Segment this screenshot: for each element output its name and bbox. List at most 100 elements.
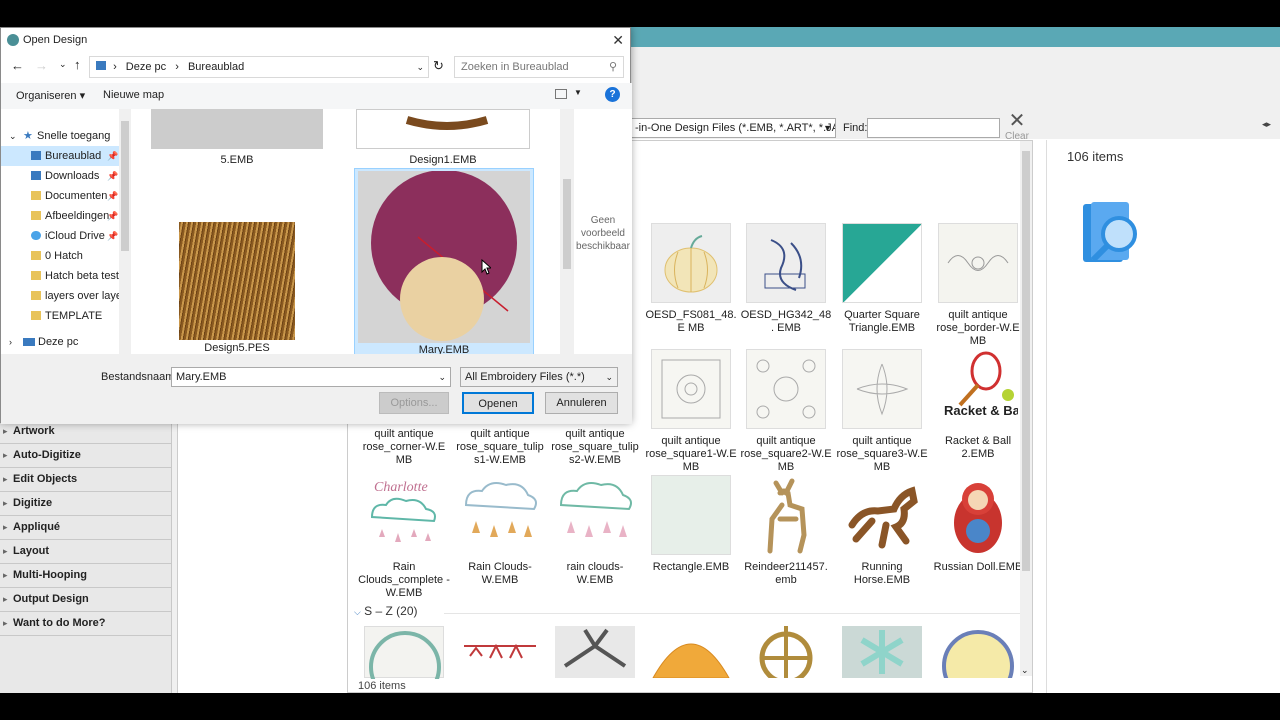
chevron-down-icon[interactable]: ⌄ [1021,665,1029,676]
file-tile[interactable]: Racket & Ball Racket & Ball 2.EMB [930,349,1026,461]
file-tile[interactable]: rain clouds-W.EMB [547,475,643,587]
refresh-icon[interactable]: ↻ [433,58,444,74]
file-type-filter[interactable]: -in-One Design Files (*.EMB, *.ART*, *.J… [630,118,836,138]
nav-this-pc[interactable]: › Deze pc [1,332,131,352]
chevron-down-icon[interactable]: ⌄ [416,57,424,77]
file-tile[interactable]: quilt antique rose_border-W.E MB [930,223,1026,348]
filename-input[interactable]: Mary.EMB ⌄ [171,367,451,387]
pin-icon: 📌 [107,191,119,201]
back-button[interactable]: ← [11,58,24,73]
file-thumbnail[interactable] [842,626,922,678]
desktop-icon [31,151,41,160]
nav-documents[interactable]: Documenten 📌 [1,186,131,206]
nav-folder[interactable]: TEMPLATE [1,306,131,326]
close-icon: ✕ [1008,110,1026,132]
panel-multi-hooping[interactable]: Multi-Hooping [0,564,171,588]
panel-layout[interactable]: Layout [0,540,171,564]
file-item-selected[interactable]: Mary.EMB [354,168,534,354]
file-tile[interactable]: quilt antique rose_square2-W.E MB [738,349,834,474]
scrollbar[interactable]: ⌄ [1020,141,1032,676]
breadcrumb-sep: › [113,61,117,73]
nav-label: Downloads [45,170,100,182]
forward-button[interactable]: → [35,58,48,73]
file-tile[interactable]: Quarter Square Triangle.EMB [834,223,930,335]
file-list: 5.EMB Design1.EMB Design5.PES Mary.EMB [134,109,574,354]
file-thumbnail [358,170,530,343]
nav-label: Documenten [45,190,108,202]
nav-label: Bureaublad [45,150,102,162]
pause-icon[interactable]: ❚❚ [1228,675,1248,689]
up-arrow-icon[interactable]: ↑ [74,57,81,72]
blue-design-thumbnail [746,223,826,303]
panel-digitize[interactable]: Digitize [0,492,171,516]
organize-button[interactable]: Organiseren ▾ [16,89,85,102]
file-thumbnail[interactable] [460,626,540,678]
content-scrollbar[interactable] [560,109,574,354]
panel-applique[interactable]: Appliqué [0,516,171,540]
nav-pictures[interactable]: Afbeeldingen 📌 [1,206,131,226]
scrollbar-thumb[interactable] [121,121,129,251]
address-bar[interactable]: › Deze pc › Bureaublad ⌄ [89,56,429,78]
file-tile[interactable]: Reindeer211457. emb [738,475,834,587]
chevron-down-icon[interactable]: ▼ [574,88,582,97]
scrollbar-thumb[interactable] [1022,151,1030,571]
folder-icon [96,61,106,70]
file-tile[interactable]: OESD_FS081_48.E MB [643,223,739,335]
breadcrumb-pc[interactable]: Deze pc [126,61,166,73]
breadcrumb-desktop[interactable]: Bureaublad [188,61,244,73]
nav-icloud[interactable]: iCloud Drive 📌 [1,226,131,246]
file-tile[interactable]: Rain Clouds-W.EMB [452,475,548,587]
new-folder-button[interactable]: Nieuwe map [103,89,164,101]
panel-output-design[interactable]: Output Design [0,588,171,612]
file-tile[interactable]: quilt antique rose_square3-W.E MB [834,349,930,474]
nav-quick-access[interactable]: ⌄ ★ Snelle toegang [1,126,131,146]
scrollbar-thumb[interactable] [563,179,571,269]
nav-label: TEMPLATE [45,310,103,322]
file-tile[interactable]: Charlotte Rain Clouds_complete -W.EMB [356,475,452,600]
panel-auto-digitize[interactable]: Auto-Digitize [0,444,171,468]
nav-folder[interactable]: 0 Hatch [1,246,131,266]
help-icon[interactable]: ? [605,87,620,102]
view-icon[interactable] [555,89,567,99]
file-tile[interactable]: Rectangle.EMB [643,475,739,574]
nav-desktop[interactable]: Bureaublad 📌 [1,146,131,166]
group-header[interactable]: ⌵ S – Z (20) [354,604,418,618]
pip-icon[interactable] [1254,675,1270,687]
panel-edit-objects[interactable]: Edit Objects [0,468,171,492]
filetype-select[interactable]: All Embroidery Files (*.*) ⌄ [460,367,618,387]
open-design-dialog: Open Design ✕ ← → ⌄ ↑ › Deze pc › Bureau… [0,27,632,424]
file-thumbnail[interactable] [364,626,444,703]
file-tile[interactable]: OESD_HG342_48. EMB [738,223,834,335]
nav-label: Afbeeldingen [45,210,110,222]
search-input[interactable]: Zoeken in Bureaublad ⚲ [454,56,624,78]
cancel-button[interactable]: Annuleren [545,392,618,414]
file-tile[interactable]: Running Horse.EMB [834,475,930,587]
file-thumbnail[interactable] [651,626,731,679]
triangle-thumbnail [842,223,922,303]
nav-downloads[interactable]: Downloads 📌 [1,166,131,186]
file-tile[interactable]: Russian Doll.EMB [930,475,1026,574]
chevron-down-icon[interactable]: ⌄ [59,59,67,70]
file-thumbnail[interactable] [746,626,826,685]
dialog-title: Open Design [23,34,88,46]
nav-scrollbar[interactable] [119,109,131,354]
panel-want-more[interactable]: Want to do More? [0,612,171,636]
options-button[interactable]: Options... [379,392,449,414]
close-icon[interactable]: ✕ [612,28,624,52]
filetype-value: All Embroidery Files (*.*) [465,371,585,383]
file-item[interactable]: Design5.PES [149,222,325,354]
file-thumbnail[interactable] [938,626,1018,702]
scroll-arrows[interactable]: ◂▸ [1262,119,1271,130]
open-button[interactable]: Openen [462,392,534,414]
file-thumbnail[interactable] [555,626,635,678]
nav-folder[interactable]: layers over layers [1,286,131,306]
file-tile[interactable]: quilt antique rose_square1-W.E MB [643,349,739,474]
find-input[interactable] [867,118,1000,138]
pin-icon: 📌 [107,211,119,221]
file-type-filter-value: -in-One Design Files (*.EMB, *.ART*, *.J… [635,122,836,134]
nav-folder[interactable]: Hatch beta testing [1,266,131,286]
file-item[interactable]: 5.EMB [151,109,323,166]
nav-label: 0 Hatch [45,250,83,262]
file-item[interactable]: Design1.EMB [356,109,530,166]
